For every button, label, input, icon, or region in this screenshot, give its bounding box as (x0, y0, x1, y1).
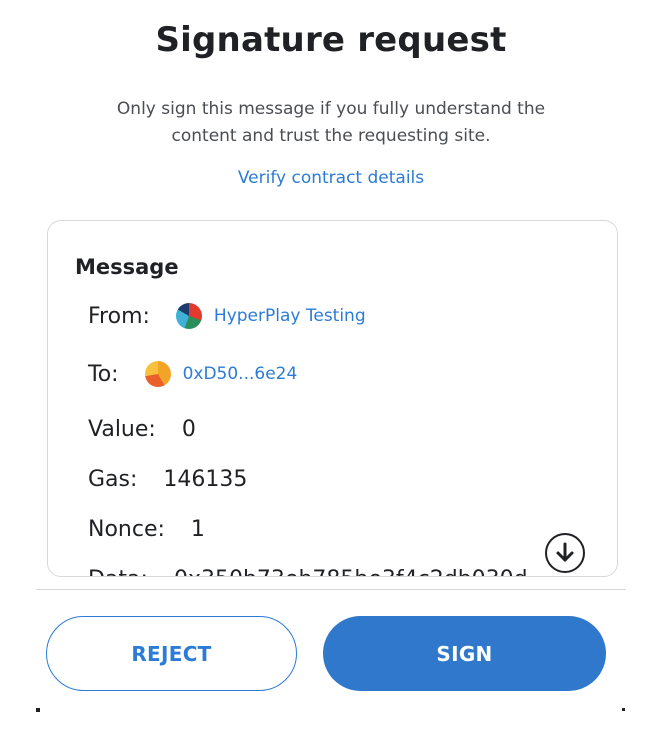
nonce-value: 1 (190, 517, 205, 542)
gas-row: Gas: 146135 (88, 467, 247, 492)
sign-button[interactable]: SIGN (323, 616, 606, 691)
to-row: To: 0xD50...6e24 (88, 361, 297, 387)
to-address-link[interactable]: 0xD50...6e24 (183, 364, 298, 384)
data-label: Data: (88, 567, 148, 576)
gas-label: Gas: (88, 467, 138, 492)
signature-request-page: Signature request Only sign this message… (0, 0, 662, 730)
page-title: Signature request (155, 20, 507, 60)
scroll-down-button[interactable] (545, 533, 585, 573)
warning-text: Only sign this message if you fully unde… (116, 99, 546, 146)
value-amount: 0 (181, 417, 196, 442)
corner-mark-right (622, 708, 625, 711)
verify-contract-link[interactable]: Verify contract details (0, 168, 662, 188)
value-row: Value: 0 (88, 417, 196, 442)
from-label: From: (88, 303, 150, 329)
message-heading: Message (75, 255, 179, 279)
address-identicon-icon (144, 361, 171, 387)
account-identicon-icon (175, 303, 202, 329)
gas-amount: 146135 (163, 467, 248, 492)
reject-button[interactable]: REJECT (46, 616, 297, 691)
nonce-label: Nonce: (88, 517, 165, 542)
corner-mark-left (36, 708, 40, 712)
data-value: 0x350b73eb785be3f4c2db030d (174, 567, 528, 576)
nonce-row: Nonce: 1 (88, 517, 205, 542)
arrow-down-circle-icon (556, 542, 574, 562)
to-label: To: (88, 361, 119, 387)
from-row: From: HyperPlay Testing (88, 303, 366, 329)
from-account-link[interactable]: HyperPlay Testing (214, 306, 366, 326)
footer-divider (36, 589, 626, 590)
value-label: Value: (88, 417, 156, 442)
message-card[interactable]: Message From: HyperPlay Testing To: 0xD5… (47, 220, 618, 577)
data-row: Data: 0x350b73eb785be3f4c2db030d (88, 567, 528, 576)
